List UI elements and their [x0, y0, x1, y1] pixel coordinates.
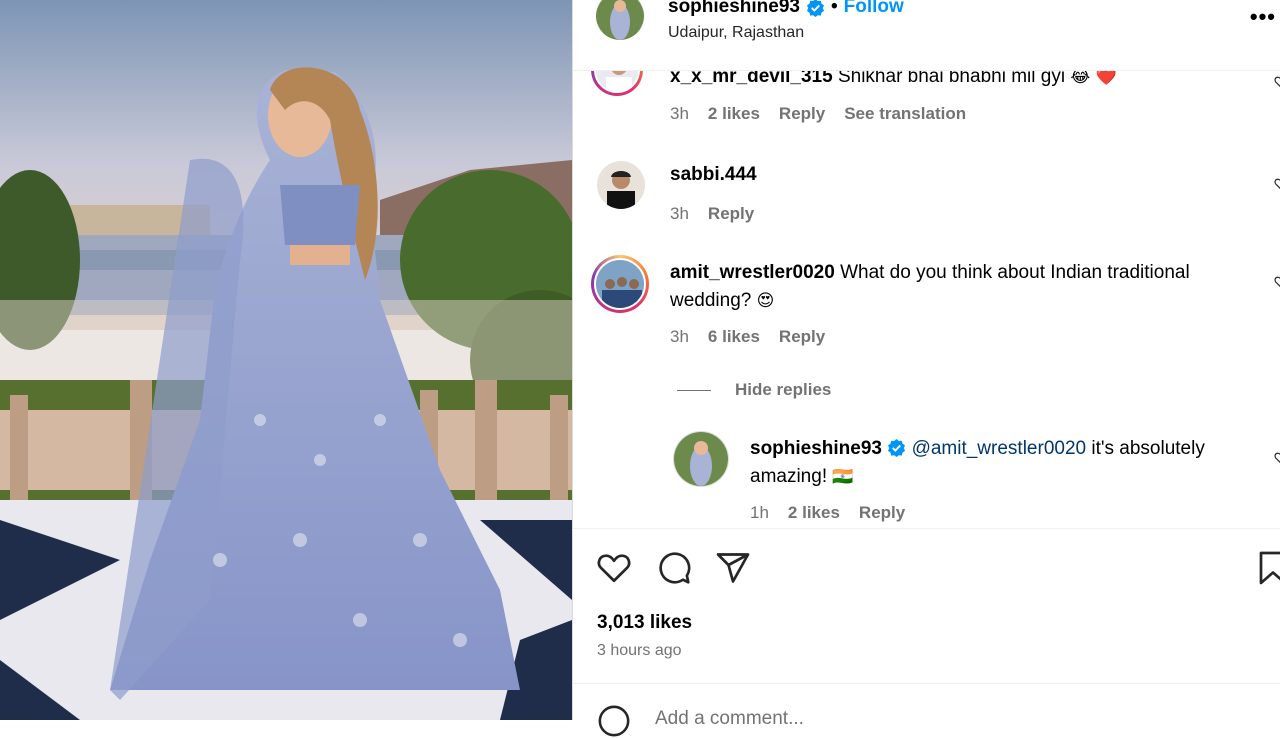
- reply-likes[interactable]: 2 likes: [788, 503, 840, 523]
- comment-username[interactable]: amit_wrestler0020: [670, 262, 835, 283]
- reply-mention[interactable]: @amit_wrestler0020: [912, 438, 1087, 459]
- commenter-avatar[interactable]: [591, 255, 649, 313]
- comment-meta: 3h 2 likes Reply See translation: [670, 104, 966, 124]
- commenter-avatar[interactable]: [597, 161, 645, 209]
- comment-time: 3h: [670, 204, 689, 223]
- comment-text: Shikhar bhai bhabhi mil gyi: [837, 71, 1066, 87]
- hide-replies-line: [677, 389, 711, 391]
- comment-likes[interactable]: 2 likes: [708, 104, 760, 124]
- commenter-avatar[interactable]: [591, 71, 643, 96]
- hide-replies-button[interactable]: Hide replies: [677, 380, 831, 400]
- comment-meta: 3h 6 likes Reply: [670, 327, 825, 347]
- add-comment-input[interactable]: Add a comment...: [655, 708, 804, 730]
- comment-emoji: 😂 ❤️: [1070, 71, 1117, 87]
- share-send-icon[interactable]: [715, 550, 751, 586]
- author-row: sophieshine93 • Follow: [668, 0, 904, 18]
- comment-body: sabbi.444: [670, 161, 757, 189]
- separator-dot: •: [831, 0, 838, 17]
- reply-button[interactable]: Reply: [708, 204, 754, 224]
- post-header: sophieshine93 • Follow Udaipur, Rajastha…: [573, 0, 1280, 71]
- post-photo[interactable]: [0, 0, 572, 720]
- follow-button[interactable]: Follow: [844, 0, 904, 18]
- comments-list[interactable]: x_x_mr_devil_315 Shikhar bhai bhabhi mil…: [573, 71, 1280, 528]
- comment-body: amit_wrestler0020 What do you think abou…: [670, 259, 1250, 315]
- more-options-icon[interactable]: •••: [1250, 4, 1276, 30]
- post-location[interactable]: Udaipur, Rajasthan: [668, 24, 804, 42]
- reply-body: sophieshine93 @amit_wrestler0020 it's ab…: [750, 435, 1250, 491]
- comment-meta: 3h Reply: [670, 204, 754, 224]
- comment-time: 3h: [670, 327, 689, 346]
- see-translation-button[interactable]: See translation: [844, 104, 966, 124]
- reply-emoji: 🇮🇳: [832, 467, 854, 487]
- likes-count[interactable]: 3,013 likes: [597, 612, 692, 634]
- verified-badge-icon: [888, 438, 906, 457]
- comment-time: 3h: [670, 104, 689, 123]
- actions-divider: [573, 528, 1280, 529]
- post-image: [0, 0, 572, 720]
- save-bookmark-icon[interactable]: [1255, 550, 1280, 586]
- reply-button[interactable]: Reply: [779, 104, 825, 124]
- reply-username[interactable]: sophieshine93: [750, 438, 882, 459]
- replier-avatar[interactable]: [673, 431, 729, 487]
- emoji-icon[interactable]: [597, 704, 631, 738]
- comment-bubble-icon[interactable]: [656, 550, 692, 586]
- author-username[interactable]: sophieshine93: [668, 0, 800, 18]
- comment-body: x_x_mr_devil_315 Shikhar bhai bhabhi mil…: [670, 71, 1117, 91]
- comment-like-icon[interactable]: [1274, 177, 1280, 191]
- comment-username[interactable]: sabbi.444: [670, 164, 757, 185]
- comment-emoji: 😍: [756, 291, 775, 311]
- comment-like-icon[interactable]: [1274, 275, 1280, 289]
- comment-like-icon[interactable]: [1274, 75, 1280, 89]
- comment-username[interactable]: x_x_mr_devil_315: [670, 71, 833, 87]
- post-side-panel: sophieshine93 • Follow Udaipur, Rajastha…: [573, 0, 1280, 737]
- reply-time: 1h: [750, 503, 769, 522]
- like-heart-icon[interactable]: [596, 550, 632, 586]
- comment-box-divider: [573, 683, 1280, 684]
- comment-like-icon[interactable]: [1274, 451, 1280, 465]
- reply-button[interactable]: Reply: [859, 503, 905, 523]
- reply-meta: 1h 2 likes Reply: [750, 503, 905, 523]
- reply-button[interactable]: Reply: [779, 327, 825, 347]
- hide-replies-label[interactable]: Hide replies: [735, 380, 831, 400]
- comment-likes[interactable]: 6 likes: [708, 327, 760, 347]
- author-avatar[interactable]: [596, 0, 644, 40]
- post-time: 3 hours ago: [597, 642, 682, 659]
- verified-badge-icon: [806, 0, 825, 17]
